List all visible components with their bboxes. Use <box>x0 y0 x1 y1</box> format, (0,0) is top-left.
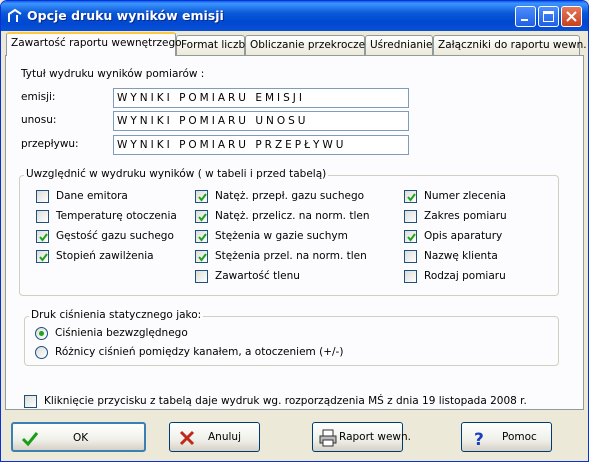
close-icon <box>566 11 577 22</box>
checkbox-box[interactable] <box>404 270 417 283</box>
close-button[interactable] <box>561 6 582 27</box>
tab-label: Uśrednianie <box>370 39 433 51</box>
maximize-button[interactable] <box>538 6 559 27</box>
question-mark-icon: ? <box>474 430 484 447</box>
maximize-icon <box>543 11 554 22</box>
checkbox-label: Natęż. przelicz. na norm. tlen <box>215 210 370 222</box>
title-bar[interactable]: Opcje druku wyników emisji <box>1 1 588 31</box>
checkbox-box[interactable] <box>36 230 49 243</box>
include-group: Uwzględnić w wydruku wyników ( w tabeli … <box>19 168 559 296</box>
flow-title-label: przepływu: <box>21 138 79 150</box>
checkbox-box[interactable] <box>404 250 417 263</box>
checkbox-box[interactable] <box>36 210 49 223</box>
carryover-title-label: unosu: <box>21 114 57 126</box>
dialog-window: Opcje druku wyników emisji Zawartość rap… <box>0 0 589 462</box>
titles-heading: Tytuł wydruku wyników pomiarów : <box>21 68 205 80</box>
checkbox-label: Kliknięcie przycisku z tabelą daje wydru… <box>44 395 527 407</box>
checkbox-label: Gęstość gazu suchego <box>56 230 174 242</box>
app-icon <box>8 8 22 22</box>
checkbox-box[interactable] <box>195 230 208 243</box>
radio-circle[interactable] <box>35 327 48 340</box>
radio-label: Różnicy ciśnień pomiędzy kanałem, a otoc… <box>55 346 344 358</box>
emission-title-input[interactable]: WYNIKI POMIARU EMISJI <box>113 88 409 108</box>
check-icon <box>407 233 416 242</box>
checkbox-label: Dane emitora <box>56 190 128 202</box>
checkbox-box[interactable] <box>404 190 417 203</box>
check-icon <box>198 233 207 242</box>
checkbox-box[interactable] <box>36 250 49 263</box>
checkbox-box[interactable] <box>195 250 208 263</box>
ok-button-label: OK <box>73 432 89 444</box>
checkbox-box[interactable] <box>24 395 37 408</box>
cross-icon <box>179 430 195 446</box>
checkbox-label: Stężenia w gazie suchym <box>215 230 348 242</box>
tab-averaging[interactable]: Uśrednianie <box>365 35 433 55</box>
checkbox-label: Zakres pomiaru <box>424 210 507 222</box>
radio-circle[interactable] <box>35 346 48 359</box>
checkbox-box[interactable] <box>195 190 208 203</box>
tab-attachments[interactable]: Załączniki do raportu wewn. <box>433 35 587 55</box>
check-icon <box>198 253 207 262</box>
check-icon <box>407 193 416 202</box>
checkbox-box[interactable] <box>195 210 208 223</box>
tab-number-format[interactable]: Format liczb <box>176 35 245 55</box>
report-button[interactable]: Raport wewn. <box>312 422 411 452</box>
emission-title-label: emisji: <box>21 91 56 103</box>
printer-icon <box>319 429 337 447</box>
checkbox-label: Stężenia przel. na norm. tlen <box>215 250 367 262</box>
minimize-icon <box>521 19 528 21</box>
tab-label: Obliczanie przekroczeń <box>250 39 372 51</box>
pressure-group: Druk ciśnienia statycznego jako: Ciśnien… <box>24 309 559 366</box>
cancel-button-label: Anuluj <box>208 431 241 443</box>
checkbox-label: Rodzaj pomiaru <box>424 270 506 282</box>
check-icon <box>198 213 207 222</box>
tab-label: Załączniki do raportu wewn. <box>438 39 587 51</box>
flow-title-input[interactable]: WYNIKI POMIARU PRZEPŁYWU <box>113 135 409 155</box>
check-icon <box>198 193 207 202</box>
check-icon <box>39 233 48 242</box>
checkbox-label: Numer zlecenia <box>424 190 506 202</box>
window-title: Opcje druku wyników emisji <box>27 8 224 23</box>
tab-exceedance-calculation[interactable]: Obliczanie przekroczeń <box>245 35 372 55</box>
checkbox-label: Stopień zawilżenia <box>56 250 154 262</box>
checkmark-icon <box>21 432 39 447</box>
radio-selected-dot <box>39 331 44 336</box>
check-icon <box>39 253 48 262</box>
report-button-label: Raport wewn. <box>339 431 411 443</box>
radio-label: Ciśnienia bezwzględnego <box>55 327 188 339</box>
carryover-title-input[interactable]: WYNIKI POMIARU UNOSU <box>113 111 409 131</box>
help-button[interactable]: ? Pomoc <box>461 422 552 452</box>
checkbox-label: Opis aparatury <box>424 230 503 242</box>
checkbox-label: Zawartość tlenu <box>215 270 300 282</box>
checkbox-label: Temperaturę otoczenia <box>56 210 177 222</box>
ok-button[interactable]: OK <box>11 422 146 452</box>
checkbox-box[interactable] <box>36 190 49 203</box>
tab-report-content[interactable]: Zawartość raportu wewnętrzego <box>6 32 182 56</box>
checkbox-box[interactable] <box>195 270 208 283</box>
pressure-group-legend: Druk ciśnienia statycznego jako: <box>29 309 204 321</box>
minimize-button[interactable] <box>515 6 536 27</box>
include-group-legend: Uwzględnić w wydruku wyników ( w tabeli … <box>24 168 329 180</box>
checkbox-box[interactable] <box>404 230 417 243</box>
svg-text:?: ? <box>474 430 484 447</box>
checkbox-label: Nazwę klienta <box>424 250 498 262</box>
help-button-label: Pomoc <box>502 431 537 443</box>
tab-panel: Tytuł wydruku wyników pomiarów : emisji:… <box>5 55 584 410</box>
tab-label: Zawartość raportu wewnętrzego <box>11 37 182 49</box>
checkbox-box[interactable] <box>404 210 417 223</box>
cancel-button[interactable]: Anuluj <box>169 422 260 452</box>
checkbox-label: Natęż. przepł. gazu suchego <box>215 190 365 202</box>
tab-label: Format liczb <box>181 39 246 51</box>
